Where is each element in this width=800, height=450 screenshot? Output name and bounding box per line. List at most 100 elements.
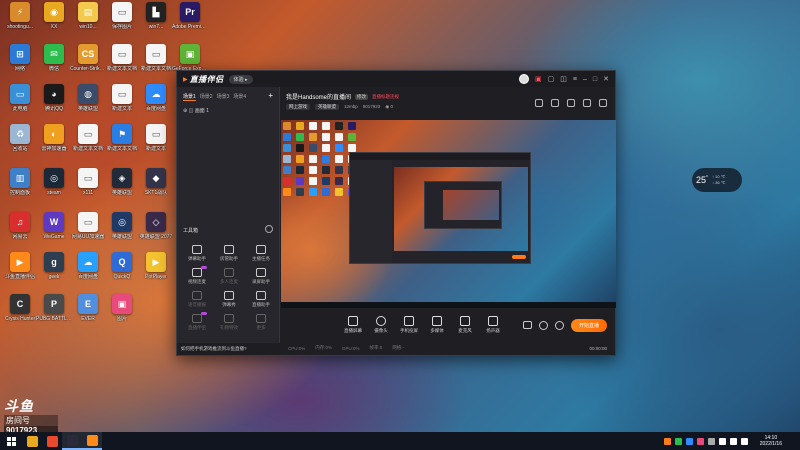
toolbox-item[interactable]: 视频连麦 xyxy=(181,266,213,285)
desktop-icon[interactable]: ☁ 百度网盘 xyxy=(70,252,106,280)
gift-icon[interactable]: ▣ xyxy=(535,75,542,83)
desktop-icon[interactable]: ⚑ 新建文本文档 xyxy=(104,124,140,152)
user-avatar[interactable] xyxy=(519,74,530,84)
desktop-icon[interactable]: E EVER xyxy=(70,294,106,322)
toolbox-item[interactable]: 弹幕秀 xyxy=(213,291,245,308)
desktop-icon[interactable]: ◇ 英雄联盟 2077 xyxy=(138,212,174,240)
room-meta-item[interactable]: 英雄联盟 xyxy=(315,104,339,110)
desktop-icon[interactable]: g geek xyxy=(36,252,72,280)
lock-icon[interactable] xyxy=(551,99,559,107)
desktop-icon[interactable]: ◐ 雷神加速器 xyxy=(36,124,72,152)
control-button[interactable]: 摄像头 xyxy=(372,316,390,334)
scene-source-row[interactable]: ⊕ ◫ 画面 1 xyxy=(177,103,279,118)
desktop-icon[interactable]: ▣ 图片 xyxy=(104,294,140,322)
desktop-icon[interactable]: ▭ 新建文本 xyxy=(138,124,174,152)
shop-icon[interactable] xyxy=(567,99,575,107)
tray-icon[interactable] xyxy=(696,437,704,445)
tray-icon[interactable] xyxy=(663,437,671,445)
desktop-icon[interactable]: ▶ PotPlayer xyxy=(138,252,174,280)
taskbar-app[interactable] xyxy=(82,432,102,450)
start-live-button[interactable]: 开始直播 xyxy=(570,318,607,332)
desktop-icon[interactable]: ▤ win10... xyxy=(70,2,106,30)
desktop-icon[interactable]: ◆ SKT1战队 xyxy=(138,168,174,196)
room-meta-item[interactable]: 网上游戏 xyxy=(286,104,310,110)
bell-icon[interactable] xyxy=(583,99,591,107)
toolbox-item[interactable]: 房管助手 xyxy=(213,245,245,262)
desktop-icon[interactable]: ☁ 百度网盘 xyxy=(138,84,174,112)
desktop-icon[interactable]: Q QuickQ xyxy=(104,252,140,280)
desktop-icon[interactable]: ◎ steam xyxy=(36,168,72,196)
toolbox-item[interactable]: 主播任务 xyxy=(245,245,277,262)
toolbox-item[interactable]: 录屏助手 xyxy=(245,268,277,285)
taskbar-app[interactable] xyxy=(42,432,62,450)
desktop-icon[interactable]: ▭ 新建文本 xyxy=(104,84,140,112)
desktop-icon[interactable]: ▭ 新建文本文档 xyxy=(70,124,106,152)
scene-tab[interactable]: 场景2 xyxy=(200,93,213,101)
desktop-icon[interactable]: ▥ 控制面板 xyxy=(2,168,38,196)
desktop-icon[interactable]: ▭ x111 xyxy=(70,168,106,196)
settings-icon[interactable] xyxy=(554,320,564,330)
toolbox-settings-icon[interactable] xyxy=(265,225,273,233)
desktop-icon[interactable]: ✉ 微信 xyxy=(36,44,72,72)
start-button[interactable] xyxy=(0,432,22,450)
record-icon[interactable] xyxy=(538,320,548,330)
toolbox-item[interactable]: 直播助手 xyxy=(245,291,277,308)
desktop-icon[interactable]: CS Counter-Strike Global Off... xyxy=(70,44,106,72)
version-pill[interactable]: 体验 ▸ xyxy=(228,74,253,84)
desktop-icon[interactable]: ⚡ shootingu... xyxy=(2,2,38,30)
maximize-icon[interactable]: □ xyxy=(593,76,597,83)
gift-box-icon[interactable] xyxy=(535,99,543,107)
control-button[interactable]: 扬声器 xyxy=(484,316,502,334)
tray-icon[interactable] xyxy=(718,437,726,445)
toolbox-item[interactable]: 语音播报 xyxy=(181,291,213,308)
help-notice[interactable]: 如何把手机游戏推流到斗鱼直播? xyxy=(177,343,280,355)
scene-tab[interactable]: 场景3 xyxy=(217,93,230,101)
tray-icon[interactable] xyxy=(685,437,693,445)
taskbar-app[interactable] xyxy=(62,432,82,450)
desktop-icon[interactable]: ◈ 英雄联盟 xyxy=(104,168,140,196)
desktop-icon[interactable]: C Crysis Hunter xyxy=(2,294,38,322)
scene-tab[interactable]: 场景4 xyxy=(233,93,246,101)
control-button[interactable]: 直播屏幕 xyxy=(344,316,362,334)
desktop-icon[interactable]: ▭ 新建文本文档 xyxy=(138,44,174,72)
close-icon[interactable]: ✕ xyxy=(603,75,609,83)
toolbox-item[interactable]: 直播伴侣 xyxy=(181,312,213,331)
desktop-icon[interactable]: ◎ 英雄联盟 xyxy=(104,212,140,240)
desktop-icon[interactable]: ◍ 英雄联盟 xyxy=(70,84,106,112)
desktop-icon[interactable]: ▭ 保存图片 xyxy=(104,2,140,30)
toolbox-item[interactable]: 弹幕助手 xyxy=(181,245,213,262)
edit-title-button[interactable]: 修改 xyxy=(355,93,369,100)
message-icon[interactable]: ▢ xyxy=(548,75,555,83)
stream-preview[interactable] xyxy=(281,120,616,308)
scene-tab[interactable]: 场景1 xyxy=(183,93,196,101)
tray-icon[interactable] xyxy=(674,437,682,445)
camera-record-icon[interactable] xyxy=(522,321,532,329)
control-button[interactable]: 多媒体 xyxy=(428,316,446,334)
desktop-icon[interactable]: ⊞ 网络 xyxy=(2,44,38,72)
desktop-icon[interactable]: ♻ 回收站 xyxy=(2,124,38,152)
taskbar-app[interactable] xyxy=(22,432,42,450)
tray-icon[interactable] xyxy=(729,437,737,445)
menu-icon[interactable]: ≡ xyxy=(573,76,577,83)
minimize-icon[interactable]: – xyxy=(583,76,587,83)
desktop-icon[interactable]: ▭ 网易UU加速器 xyxy=(70,212,106,240)
control-button[interactable]: 麦克风 xyxy=(456,316,474,334)
desktop-icon[interactable]: ◕ 腾讯QQ xyxy=(36,84,72,112)
desktop-icon[interactable]: ▭ 此电脑 xyxy=(2,84,38,112)
taskbar-clock[interactable]: 14:10 2022/1/16 xyxy=(760,435,800,447)
weather-widget[interactable]: 25° ↑ 10 ℃ ↓ 36 ℃ xyxy=(692,168,742,192)
share-icon[interactable] xyxy=(599,99,607,107)
desktop-icon[interactable]: ▙ win7... xyxy=(138,2,174,30)
toolbox-item[interactable]: 多人连麦 xyxy=(213,268,245,285)
desktop-icon[interactable]: ▣GeForce Experience xyxy=(172,44,208,72)
desktop-icon[interactable]: ◉ XX xyxy=(36,2,72,30)
desktop-icon[interactable]: P PUBG BATTLEGR... xyxy=(36,294,72,322)
desktop-icon[interactable]: ▶ 斗鱼直播伴侣 xyxy=(2,252,38,280)
skin-icon[interactable]: ◫ xyxy=(560,75,567,83)
desktop-icon[interactable]: ♫ 网易云 xyxy=(2,212,38,240)
tray-icon[interactable] xyxy=(707,437,715,445)
add-scene-icon[interactable]: + xyxy=(268,92,273,101)
desktop-icon[interactable]: Pr Adobe Premiere xyxy=(172,2,208,30)
desktop-icon[interactable]: W WeGame xyxy=(36,212,72,240)
toolbox-item[interactable]: 更多 xyxy=(245,314,277,331)
